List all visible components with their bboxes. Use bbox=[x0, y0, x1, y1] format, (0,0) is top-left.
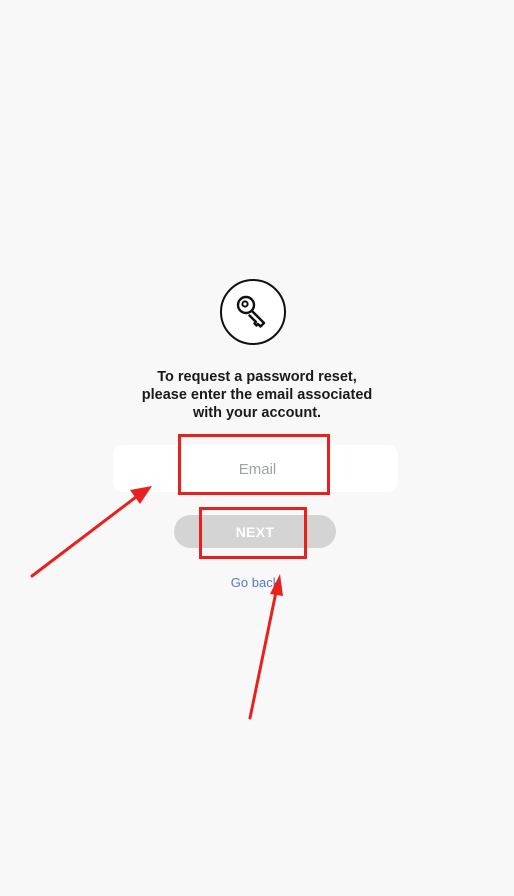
go-back-link[interactable]: Go back bbox=[200, 575, 310, 590]
password-reset-screen: To request a password reset, please ente… bbox=[0, 0, 514, 896]
instruction-text: To request a password reset, please ente… bbox=[141, 369, 373, 421]
annotation-arrow-left bbox=[30, 486, 152, 578]
key-icon-circle bbox=[220, 279, 286, 345]
key-icon bbox=[236, 295, 266, 328]
annotation-box-email bbox=[178, 434, 330, 495]
annotation-arrow-bottom bbox=[248, 574, 283, 720]
annotation-box-next bbox=[199, 507, 307, 559]
